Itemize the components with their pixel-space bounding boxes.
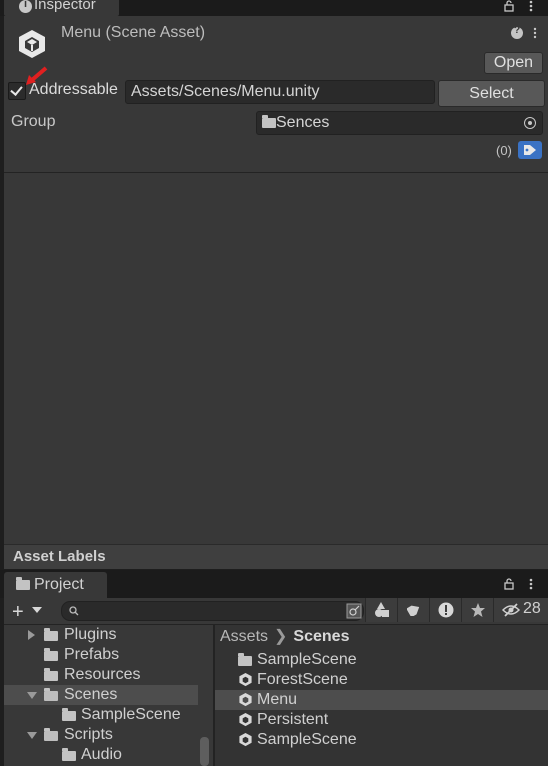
tree-item-resources[interactable]: Resources xyxy=(4,665,198,685)
filter-by-type-button[interactable] xyxy=(365,598,398,622)
labels-count: (0) xyxy=(496,143,512,158)
search-input[interactable] xyxy=(61,601,364,621)
breadcrumb-scenes[interactable]: Scenes xyxy=(293,628,349,645)
filter-by-label-button[interactable] xyxy=(397,598,430,622)
info-icon xyxy=(19,0,32,13)
hidden-count: 28 xyxy=(523,600,541,617)
list-item[interactable]: ForestScene xyxy=(215,670,548,690)
breadcrumb: Assets ❯ Scenes xyxy=(220,626,349,646)
tab-project[interactable]: Project xyxy=(4,572,107,598)
plus-icon[interactable]: + xyxy=(12,601,24,624)
folder-icon xyxy=(238,653,252,666)
log-filter-button[interactable] xyxy=(429,598,462,622)
list-item[interactable]: SampleScene xyxy=(215,650,548,670)
asset-labels-title: Asset Labels xyxy=(13,548,106,565)
folder-icon xyxy=(16,577,30,590)
unity-scene-icon xyxy=(239,712,252,727)
tree-item-label: Resources xyxy=(64,666,141,683)
collapse-arrow-icon[interactable] xyxy=(27,732,37,739)
group-label: Group xyxy=(11,113,56,130)
folder-icon xyxy=(44,628,58,641)
inspector-kebab-icon[interactable] xyxy=(530,27,540,39)
asset-path-value: Assets/Scenes/Menu.unity xyxy=(131,83,320,100)
list-item[interactable]: SampleScene xyxy=(215,730,548,750)
tree-item-label: SampleScene xyxy=(81,706,181,723)
tree-scrollbar[interactable] xyxy=(200,737,209,766)
addressable-label: Addressable xyxy=(29,81,118,98)
asset-labels-header: Asset Labels xyxy=(4,544,548,569)
shapes-icon xyxy=(375,602,389,617)
select-button[interactable]: Select xyxy=(438,80,545,107)
list-item-label: Persistent xyxy=(257,711,329,728)
list-item-selected[interactable]: Menu xyxy=(215,690,548,710)
warning-icon xyxy=(438,602,454,618)
open-button[interactable]: Open xyxy=(484,52,543,74)
labels-button[interactable] xyxy=(518,141,542,159)
project-kebab-icon[interactable] xyxy=(525,578,537,590)
tree-item-label: Scenes xyxy=(64,686,118,703)
kebab-menu-icon[interactable] xyxy=(525,0,537,12)
breadcrumb-assets[interactable]: Assets xyxy=(220,628,268,645)
unity-scene-icon xyxy=(239,672,252,687)
inspector-content-area xyxy=(4,172,548,545)
expand-arrow-icon[interactable] xyxy=(28,630,35,640)
favorites-button[interactable] xyxy=(461,598,494,622)
label-tag-icon xyxy=(407,605,420,616)
unity-scene-icon xyxy=(239,692,252,707)
folder-icon xyxy=(62,748,76,761)
tag-icon xyxy=(524,145,536,155)
tab-inspector[interactable]: Inspector xyxy=(4,0,119,16)
list-item-label: Menu xyxy=(257,691,298,708)
collapse-arrow-icon[interactable] xyxy=(27,692,37,699)
chevron-right-icon: ❯ xyxy=(274,628,288,645)
tree-item-label: Plugins xyxy=(64,626,117,643)
list-item-label: SampleScene xyxy=(257,731,357,748)
project-toolbar: + 28 xyxy=(4,598,548,625)
hidden-packages-button[interactable]: 28 xyxy=(493,598,548,622)
list-item-label: SampleScene xyxy=(257,651,357,668)
tab-project-label: Project xyxy=(34,576,84,593)
folder-icon xyxy=(62,708,76,721)
open-folder-icon xyxy=(44,688,58,701)
lock-icon[interactable] xyxy=(503,0,515,12)
asset-path-field[interactable]: Assets/Scenes/Menu.unity xyxy=(125,80,435,104)
unity-scene-icon xyxy=(239,732,252,747)
search-by-type-icon[interactable] xyxy=(346,603,362,619)
search-icon xyxy=(69,606,79,616)
list-item-label: ForestScene xyxy=(257,671,348,688)
tree-item-samplescene[interactable]: SampleScene xyxy=(4,705,198,725)
tree-item-label: Audio xyxy=(81,746,122,763)
unity-scene-icon xyxy=(19,30,45,58)
group-value: Sences xyxy=(276,114,330,131)
folder-icon xyxy=(262,115,276,128)
inspector-title: Menu (Scene Asset) xyxy=(61,24,206,41)
eye-slash-icon xyxy=(502,603,520,617)
tree-item-scenes[interactable]: Scenes xyxy=(4,685,198,705)
open-folder-icon xyxy=(44,728,58,741)
help-icon[interactable] xyxy=(511,25,523,39)
project-lock-icon[interactable] xyxy=(503,578,515,590)
tree-item-label: Scripts xyxy=(64,726,113,743)
folder-icon xyxy=(44,648,58,661)
tree-item-scripts[interactable]: Scripts xyxy=(4,725,198,745)
tree-item-plugins[interactable]: Plugins xyxy=(4,625,198,645)
tree-item-prefabs[interactable]: Prefabs xyxy=(4,645,198,665)
folder-icon xyxy=(44,668,58,681)
group-field[interactable]: Sences xyxy=(256,111,543,135)
tree-item-label: Prefabs xyxy=(64,646,120,663)
tab-inspector-label: Inspector xyxy=(34,0,96,13)
chevron-down-icon[interactable] xyxy=(32,607,42,613)
star-icon xyxy=(471,603,485,617)
object-picker-icon[interactable] xyxy=(524,117,536,129)
tree-item-audio[interactable]: Audio xyxy=(4,745,198,765)
list-item[interactable]: Persistent xyxy=(215,710,548,730)
